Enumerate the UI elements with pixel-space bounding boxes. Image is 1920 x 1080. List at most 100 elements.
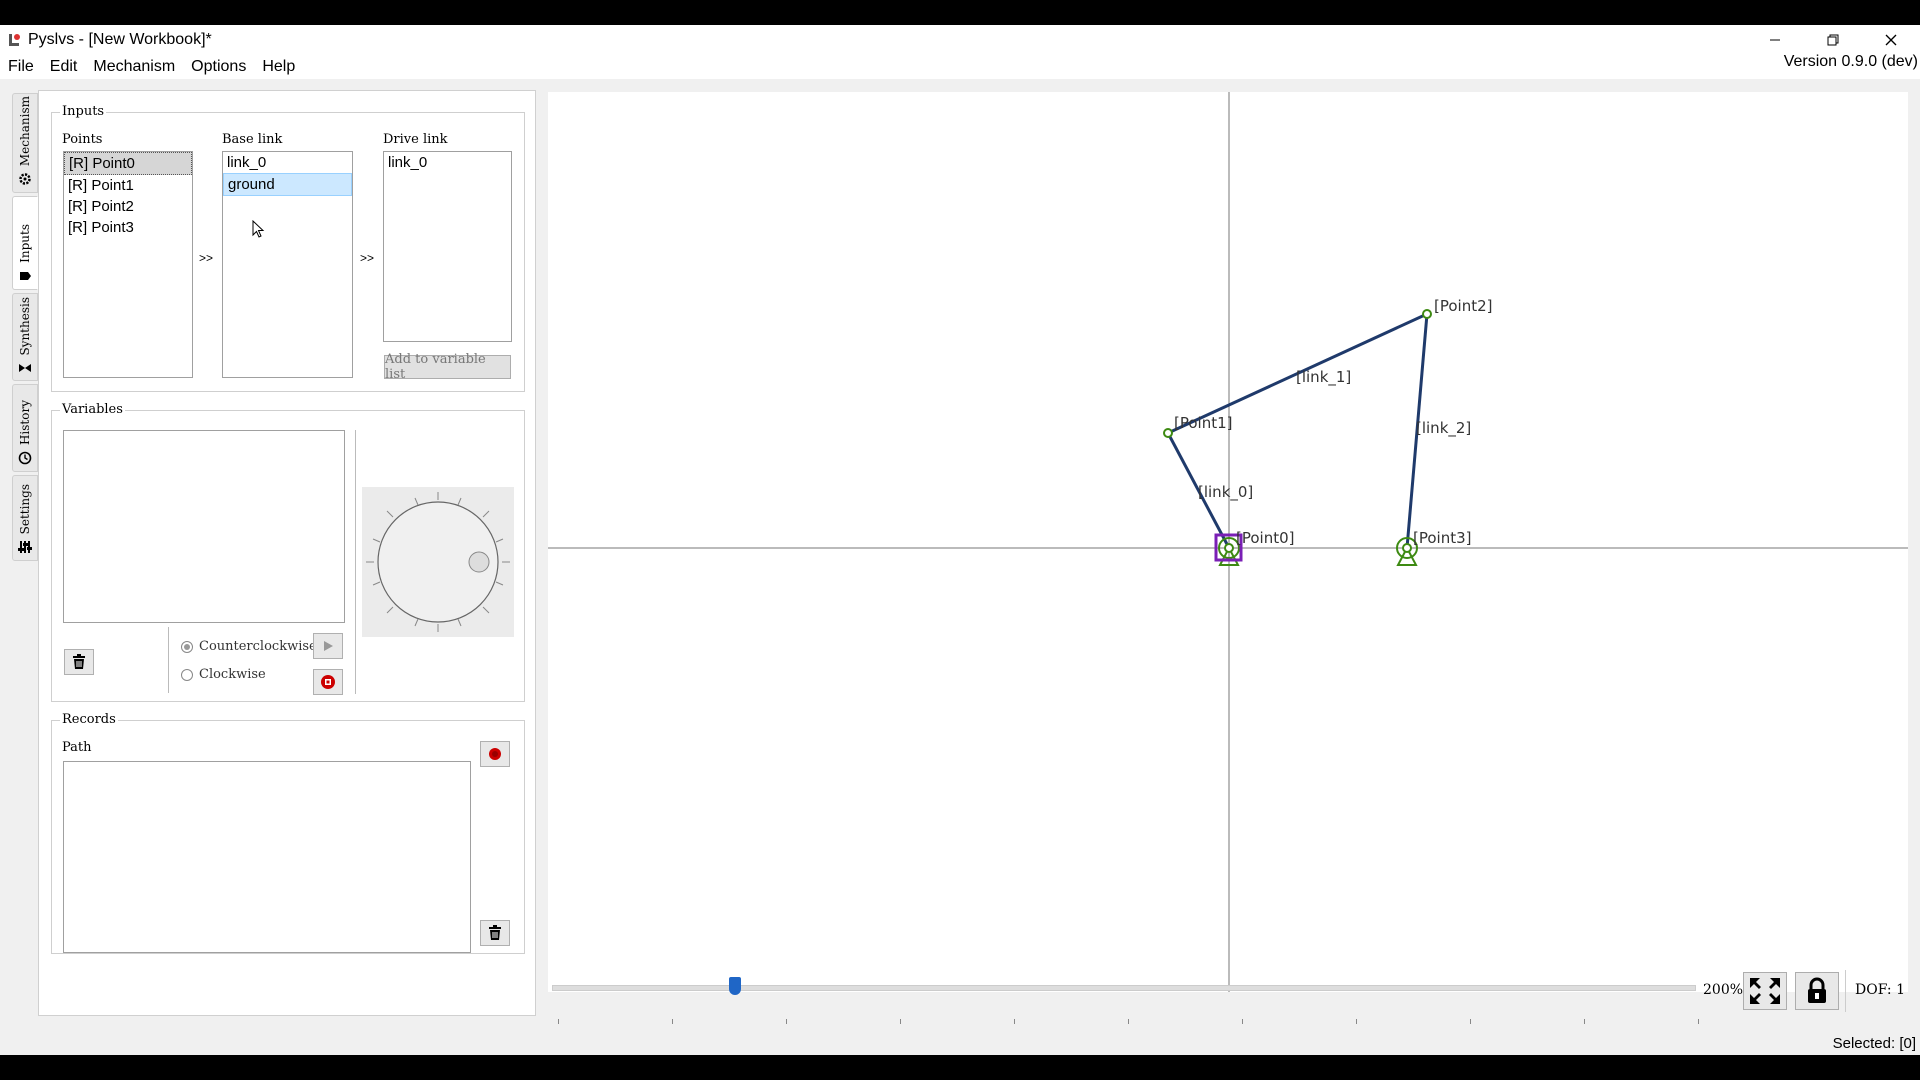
slider-tick — [1014, 1019, 1015, 1024]
bowtie-icon — [19, 364, 31, 372]
list-item[interactable]: [R] Point3 — [64, 217, 192, 238]
title-bar: Pyslvs - [New Workbook]* — [0, 25, 1920, 55]
slider-tick — [1242, 1019, 1243, 1024]
delete-variable-button[interactable] — [64, 649, 94, 675]
window-title: Pyslvs - [New Workbook]* — [28, 31, 212, 48]
zoom-slider-track[interactable] — [552, 985, 1696, 991]
trash-icon — [489, 925, 501, 940]
joint-point3[interactable] — [1402, 543, 1412, 553]
delete-path-button[interactable] — [480, 920, 510, 946]
points-label: Points — [62, 132, 103, 147]
dof-label: DOF: 1 — [1855, 982, 1905, 998]
tab-history[interactable]: History — [12, 384, 38, 472]
play-icon — [324, 641, 333, 651]
selection-status: Selected: [0] — [1832, 1035, 1916, 1052]
path-list[interactable] — [63, 761, 471, 953]
point-label-1: [Point1] — [1174, 414, 1233, 432]
list-item[interactable]: [R] Point1 — [64, 175, 192, 196]
menu-options[interactable]: Options — [183, 58, 254, 76]
joint-point2[interactable] — [1422, 309, 1432, 319]
tab-mechanism-label: Mechanism — [18, 95, 32, 166]
side-tab-bar: Mechanism Inputs Synthesis History Setti… — [12, 93, 38, 623]
play-button[interactable] — [313, 633, 343, 659]
mouse-cursor-icon — [252, 220, 265, 238]
add-drive-arrow-button[interactable]: >> — [360, 251, 374, 265]
records-group: Records Path — [51, 712, 525, 954]
link-label-1: [link_1] — [1296, 368, 1351, 387]
add-to-variable-list-button[interactable]: Add to variable list — [384, 352, 511, 382]
close-button[interactable] — [1862, 25, 1920, 55]
slider-tick — [900, 1019, 901, 1024]
counterclockwise-radio[interactable]: Counterclockwise — [181, 639, 317, 654]
point-label-2: [Point2] — [1434, 297, 1493, 315]
tab-synthesis[interactable]: Synthesis — [12, 293, 38, 381]
minimize-button[interactable] — [1746, 25, 1804, 55]
point-label-0: [Point0] — [1236, 529, 1295, 547]
restore-icon — [1827, 34, 1839, 46]
list-item[interactable]: [R] Point0 — [64, 152, 192, 175]
divider — [1845, 970, 1846, 1012]
record-button[interactable] — [480, 741, 510, 767]
app-icon — [6, 32, 22, 48]
tab-inputs[interactable]: Inputs — [12, 196, 38, 290]
version-label: Version 0.9.0 (dev) — [1783, 53, 1918, 70]
variables-list[interactable] — [63, 430, 345, 623]
menu-file[interactable]: File — [0, 58, 42, 76]
joint-point1[interactable] — [1163, 428, 1173, 438]
stop-button[interactable] — [313, 669, 343, 695]
zoom-level: 200% — [1703, 982, 1744, 998]
base-link-label: Base link — [222, 132, 283, 147]
gear-icon — [19, 173, 31, 185]
list-item[interactable]: link_0 — [384, 152, 511, 173]
inputs-group-title: Inputs — [60, 104, 107, 119]
tag-icon — [20, 272, 31, 280]
radio-indicator — [181, 668, 193, 681]
mechanism-canvas[interactable]: [link_0] [link_1] [link_2] [Point0] [Point1]… — [548, 92, 1908, 992]
tab-mechanism[interactable]: Mechanism — [12, 93, 38, 193]
clockwise-radio[interactable]: Clockwise — [181, 667, 266, 682]
lock-icon — [1808, 977, 1826, 1003]
menu-help[interactable]: Help — [254, 58, 303, 76]
radio-indicator — [181, 640, 193, 653]
stop-icon — [321, 675, 335, 689]
path-label: Path — [62, 740, 92, 755]
counterclockwise-label: Counterclockwise — [199, 639, 317, 654]
clockwise-label: Clockwise — [199, 667, 266, 682]
slider-tick — [1470, 1019, 1471, 1024]
link-label-2: [link_2] — [1416, 419, 1471, 438]
zoom-to-fit-button[interactable] — [1743, 972, 1787, 1010]
drive-link-list[interactable]: link_0 — [383, 151, 512, 342]
slider-tick — [672, 1019, 673, 1024]
menu-mechanism[interactable]: Mechanism — [85, 58, 183, 76]
slider-tick — [1356, 1019, 1357, 1024]
list-item[interactable]: link_0 — [223, 152, 352, 173]
canvas-drawing[interactable]: [link_0] [link_1] [link_2] [Point0] [Point1]… — [548, 92, 1908, 992]
trash-icon — [73, 654, 85, 669]
points-list[interactable]: [R] Point0 [R] Point1 [R] Point2 [R] Poi… — [63, 151, 193, 378]
slider-tick — [786, 1019, 787, 1024]
zoom-slider-thumb[interactable] — [728, 977, 741, 995]
menu-edit[interactable]: Edit — [42, 58, 86, 76]
dial-graphic — [366, 492, 510, 632]
clock-icon — [18, 451, 32, 465]
slider-tick — [1584, 1019, 1585, 1024]
link-label-0: [link_0] — [1198, 483, 1253, 502]
list-item[interactable]: [R] Point2 — [64, 196, 192, 217]
joint-point0[interactable] — [1224, 543, 1234, 553]
tab-settings[interactable]: Settings — [12, 475, 38, 561]
slider-tick — [1128, 1019, 1129, 1024]
main-window: Pyslvs - [New Workbook]* File Edit Mecha… — [0, 25, 1920, 1055]
restore-button[interactable] — [1804, 25, 1862, 55]
record-icon — [489, 748, 501, 760]
records-group-title: Records — [60, 712, 118, 727]
angle-dial[interactable] — [362, 487, 514, 637]
inputs-group: Inputs Points [R] Point0 [R] Point1 [R] … — [51, 104, 525, 392]
inputs-panel: Inputs Points [R] Point0 [R] Point1 [R] … — [38, 90, 536, 1016]
list-item[interactable]: ground — [223, 173, 352, 196]
variables-group-title: Variables — [60, 402, 125, 417]
add-base-arrow-button[interactable]: >> — [199, 251, 213, 265]
slider-tick — [1698, 1019, 1699, 1024]
drive-link-label: Drive link — [383, 132, 448, 147]
base-link-list[interactable]: link_0 ground — [222, 151, 353, 378]
lock-button[interactable] — [1795, 972, 1839, 1010]
